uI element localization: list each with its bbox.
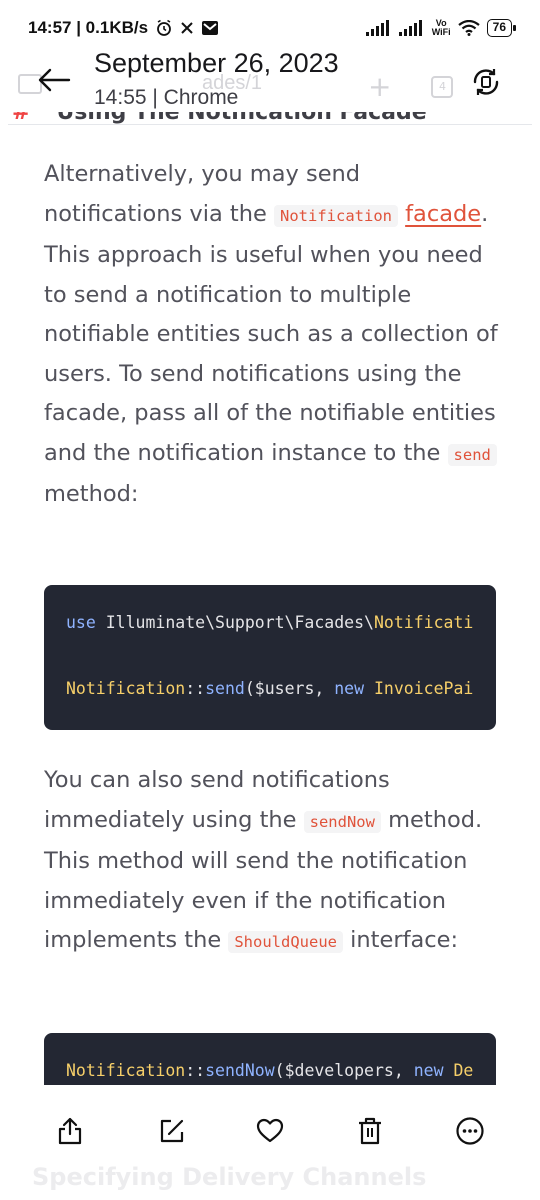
- action-icons: [0, 1113, 540, 1153]
- header-divider: [8, 124, 532, 125]
- code-line-use: use Illuminate\Support\Facades\Notificat…: [66, 613, 473, 632]
- code-keyword-use: use: [66, 613, 96, 632]
- heart-icon: [256, 1118, 284, 1148]
- p2-text-3: interface:: [343, 927, 459, 953]
- edit-icon: [159, 1118, 185, 1148]
- alarm-icon: [155, 19, 173, 37]
- inline-code-shouldqueue: ShouldQueue: [228, 931, 343, 953]
- rotate-screen-icon[interactable]: [470, 66, 502, 98]
- facade-link[interactable]: facade: [405, 201, 481, 227]
- screenshot-date: September 26, 2023: [94, 48, 339, 78]
- next-section-heading-ghost: Specifying Delivery Channels: [32, 1163, 427, 1191]
- code-class: Notification: [66, 1061, 186, 1080]
- more-icon: [455, 1116, 485, 1150]
- code-class: Notification: [66, 679, 186, 698]
- code-block-send[interactable]: use Illuminate\Support\Facades\Notificat…: [44, 585, 496, 730]
- signal-1-icon: [365, 20, 392, 36]
- screenshot-action-bar: Specifying Delivery Channels: [0, 1085, 540, 1200]
- signal-2-icon: [398, 20, 425, 36]
- wifi-icon: [457, 20, 480, 36]
- code-args: ($developers,: [274, 1061, 414, 1080]
- vowifi-bottom: WiFi: [431, 27, 451, 37]
- code-operator: ::: [185, 679, 206, 698]
- code-class-notification: Notificati: [373, 613, 474, 632]
- more-button[interactable]: [450, 1113, 490, 1153]
- code-method-sendnow: sendNow: [205, 1061, 275, 1080]
- code-block-sendnow[interactable]: Notification::sendNow($developers, new D…: [44, 1033, 496, 1085]
- code-class-developer: De: [443, 1061, 474, 1080]
- inline-code-send: send: [447, 443, 497, 466]
- inline-code-sendnow: sendNow: [303, 810, 381, 833]
- code-args: ($users,: [244, 679, 335, 698]
- edit-button[interactable]: [152, 1113, 192, 1153]
- battery-indicator: 76: [486, 19, 517, 37]
- delete-icon: [357, 1117, 383, 1149]
- p1-text-3: . This approach is useful when you need …: [44, 200, 498, 466]
- code-method-send: send: [205, 679, 245, 698]
- ghost-browser-controls: + 4: [368, 70, 454, 103]
- gmail-icon: [201, 20, 219, 36]
- delete-button[interactable]: [350, 1113, 390, 1153]
- code-operator: ::: [185, 1061, 206, 1080]
- inline-code-notification: Notification: [274, 204, 398, 227]
- favorite-button[interactable]: [250, 1113, 290, 1153]
- status-right: Vo WiFi 76: [365, 19, 517, 37]
- code-namespace: Illuminate\Support\Facades\: [95, 613, 374, 632]
- paragraph-notification-facade: Alternatively, you may send notification…: [44, 155, 504, 515]
- ghost-tab-count: 4: [431, 75, 454, 98]
- status-time-speed: 14:57 | 0.1KB/s: [28, 18, 149, 37]
- vowifi-indicator: Vo WiFi: [432, 19, 451, 37]
- paragraph-send-now: You can also send notifications immediat…: [44, 761, 504, 963]
- code-keyword-new: new: [334, 679, 365, 698]
- code-line-sendnow: Notification::sendNow($developers, new D…: [66, 1061, 473, 1080]
- ghost-plus-icon: +: [368, 70, 392, 103]
- share-button[interactable]: [50, 1113, 90, 1153]
- code-keyword-new: new: [413, 1061, 444, 1080]
- p1-text-4: method:: [44, 481, 139, 507]
- screenshot-time-app: 14:55 | Chrome: [94, 86, 239, 109]
- code-line-send: Notification::send($users, new InvoicePa…: [66, 679, 473, 698]
- screenshot-info-header: ades/1 + 4 September 26, 2023 14:55 | Ch…: [0, 42, 540, 120]
- code-class-invoice: InvoicePai: [364, 679, 474, 698]
- close-notification-icon: [180, 21, 194, 35]
- back-arrow-icon[interactable]: [36, 66, 72, 94]
- share-icon: [57, 1117, 83, 1149]
- status-left: 14:57 | 0.1KB/s: [28, 18, 219, 38]
